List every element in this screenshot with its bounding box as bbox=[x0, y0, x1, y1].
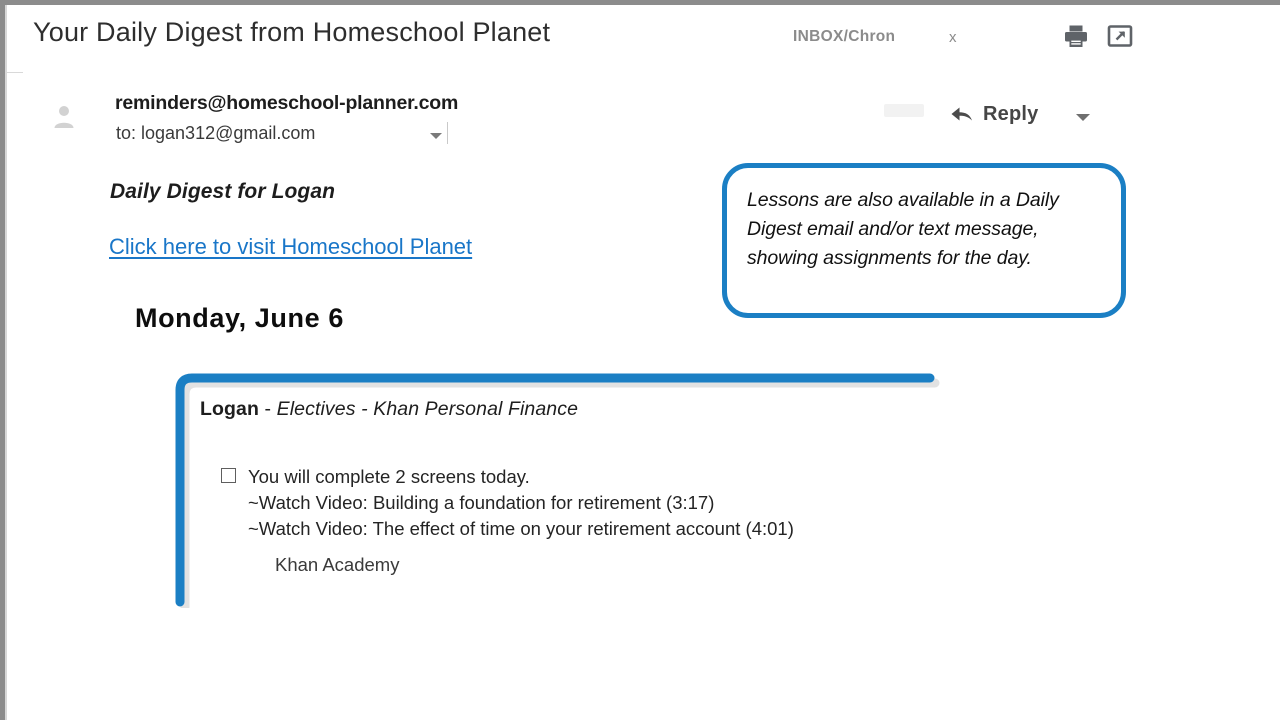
lesson-heading: Logan - Electives - Khan Personal Financ… bbox=[200, 398, 960, 421]
assignment-row: You will complete 2 screens today. bbox=[221, 464, 961, 490]
email-subject: Your Daily Digest from Homeschool Planet bbox=[33, 17, 551, 47]
annotation-callout-text: Lessons are also available in a Daily Di… bbox=[747, 189, 1059, 269]
lesson-course-name: Khan Personal Finance bbox=[373, 398, 579, 420]
reply-label: Reply bbox=[983, 103, 1039, 125]
day-heading: Monday, June 6 bbox=[135, 303, 344, 333]
assignment-subitem: ~Watch Video: Building a foundation for … bbox=[248, 492, 715, 513]
recipient-address: to: logan312@gmail.com bbox=[116, 123, 316, 143]
lesson-student-name: Logan bbox=[200, 398, 259, 420]
open-in-new-window-icon[interactable] bbox=[1107, 23, 1133, 49]
assignment-checkbox[interactable] bbox=[221, 468, 236, 483]
digest-title: Daily Digest for Logan bbox=[110, 180, 336, 203]
sender-email-address[interactable]: reminders@homeschool-planner.com bbox=[115, 92, 458, 115]
lesson-separator-one: - bbox=[259, 398, 277, 420]
reply-button[interactable]: Reply bbox=[950, 103, 1038, 126]
assignment-source: Khan Academy bbox=[275, 554, 400, 575]
assignment-subitem: ~Watch Video: The effect of time on your… bbox=[248, 518, 794, 539]
lesson-block: Logan - Electives - Khan Personal Financ… bbox=[200, 398, 960, 421]
assignment-summary: You will complete 2 screens today. bbox=[248, 466, 530, 487]
assignment-item: You will complete 2 screens today. ~Watc… bbox=[221, 464, 961, 542]
lesson-separator-two: - bbox=[355, 398, 374, 420]
lesson-subject: Electives bbox=[276, 398, 356, 420]
header-divider bbox=[7, 72, 23, 73]
capture-frame-top-edge bbox=[0, 0, 1280, 5]
email-viewer-screen: Your Daily Digest from Homeschool Planet… bbox=[0, 0, 1280, 720]
message-timestamp bbox=[884, 104, 924, 117]
contact-avatar-icon bbox=[52, 103, 76, 131]
printer-icon[interactable] bbox=[1063, 23, 1089, 49]
mailbox-label[interactable]: INBOX/Chron bbox=[793, 28, 895, 46]
visit-homeschool-planet-link[interactable]: Click here to visit Homeschool Planet bbox=[109, 234, 472, 260]
more-options-chevron-down-icon[interactable] bbox=[1076, 114, 1090, 121]
remove-label-button[interactable]: x bbox=[949, 29, 957, 46]
annotation-callout: Lessons are also available in a Daily Di… bbox=[722, 163, 1126, 318]
capture-frame-inner-left-edge bbox=[5, 5, 7, 720]
reply-arrow-icon bbox=[950, 105, 974, 125]
recipient-divider bbox=[447, 122, 448, 144]
assignment-text-group: You will complete 2 screens today. bbox=[248, 464, 530, 490]
chevron-down-icon[interactable] bbox=[430, 133, 442, 139]
